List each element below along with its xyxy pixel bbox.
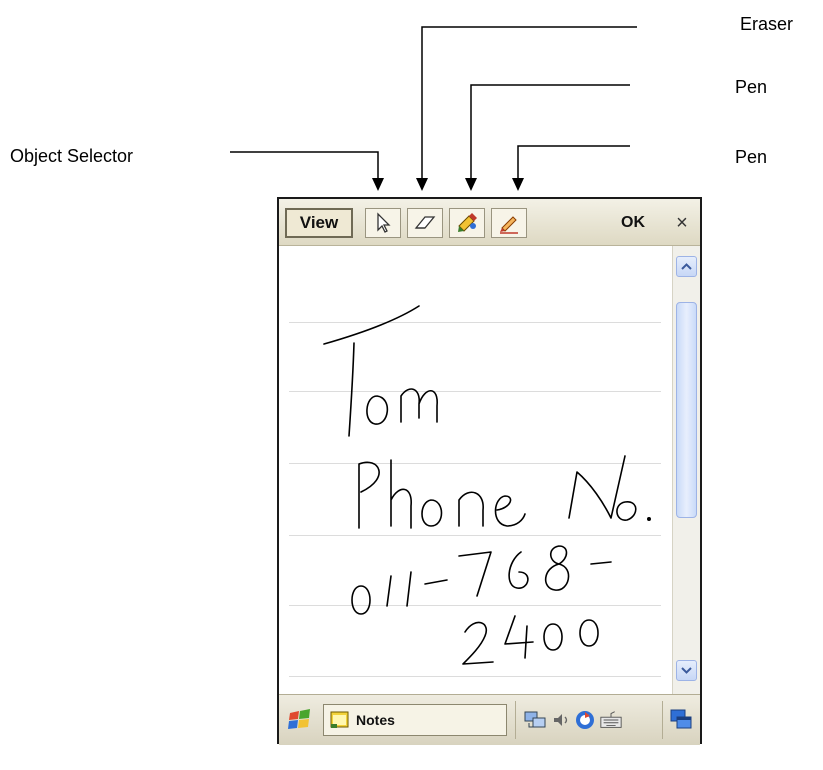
device-screen: View OK × Notes — [277, 197, 702, 745]
handwriting-ink — [323, 305, 651, 665]
start-button[interactable] — [287, 707, 313, 733]
close-button[interactable]: × — [667, 209, 697, 237]
ok-button[interactable]: OK — [611, 209, 655, 237]
note-canvas[interactable] — [279, 246, 672, 694]
pen-callout-bottom: Pen — [735, 147, 768, 167]
network-tray-button[interactable] — [523, 707, 547, 733]
eraser-leader — [421, 26, 637, 180]
object-selector-callout: Object Selector — [10, 146, 134, 166]
chevron-down-icon — [681, 667, 692, 674]
view-button[interactable]: View — [285, 208, 353, 238]
ink-number-2400 — [462, 615, 599, 665]
vertical-scrollbar[interactable] — [672, 246, 700, 694]
pen-top-leader — [470, 84, 630, 180]
eraser-icon — [414, 216, 436, 229]
notes-taskbar-button[interactable]: Notes — [323, 704, 507, 736]
object-selector-icon — [377, 212, 391, 233]
highlighter-pen-icon — [458, 213, 477, 232]
sync-icon — [576, 711, 594, 729]
windows-switch-icon — [670, 709, 692, 729]
ink-word-phone — [358, 455, 651, 529]
chevron-up-icon — [681, 263, 692, 270]
pen-button[interactable] — [491, 208, 527, 238]
notes-taskbar-label: Notes — [356, 712, 395, 728]
volume-icon — [554, 714, 568, 726]
network-icon — [524, 711, 546, 728]
pen-callout-top: Pen — [735, 77, 768, 97]
ink-word-tom — [323, 305, 438, 437]
pen-icon — [500, 216, 518, 234]
scroll-up-button[interactable] — [676, 256, 697, 277]
sync-tray-button[interactable] — [573, 707, 597, 733]
notes-toolbar: View OK × — [279, 199, 700, 246]
taskbar-separator — [662, 701, 663, 739]
object-selector-button[interactable] — [365, 208, 401, 238]
window-switch-button[interactable] — [669, 707, 693, 733]
scroll-down-button[interactable] — [676, 660, 697, 681]
object-selector-leader — [230, 151, 379, 180]
ink-number-011-768 — [351, 545, 612, 615]
keyboard-icon — [600, 711, 622, 728]
taskbar: Notes — [279, 694, 700, 745]
notes-app-icon — [330, 711, 349, 728]
object-selector-arrowhead — [372, 178, 384, 191]
keyboard-tray-button[interactable] — [599, 707, 623, 733]
highlighter-pen-button[interactable] — [449, 208, 485, 238]
pen-bottom-arrowhead — [512, 178, 524, 191]
eraser-button[interactable] — [407, 208, 443, 238]
eraser-callout: Eraser — [740, 14, 794, 34]
eraser-arrowhead — [416, 178, 428, 191]
scroll-thumb[interactable] — [676, 302, 697, 518]
taskbar-separator — [515, 701, 516, 739]
pen-top-arrowhead — [465, 178, 477, 191]
volume-tray-button[interactable] — [549, 707, 573, 733]
pen-bottom-leader — [517, 145, 630, 180]
windows-flag-icon — [288, 709, 310, 729]
